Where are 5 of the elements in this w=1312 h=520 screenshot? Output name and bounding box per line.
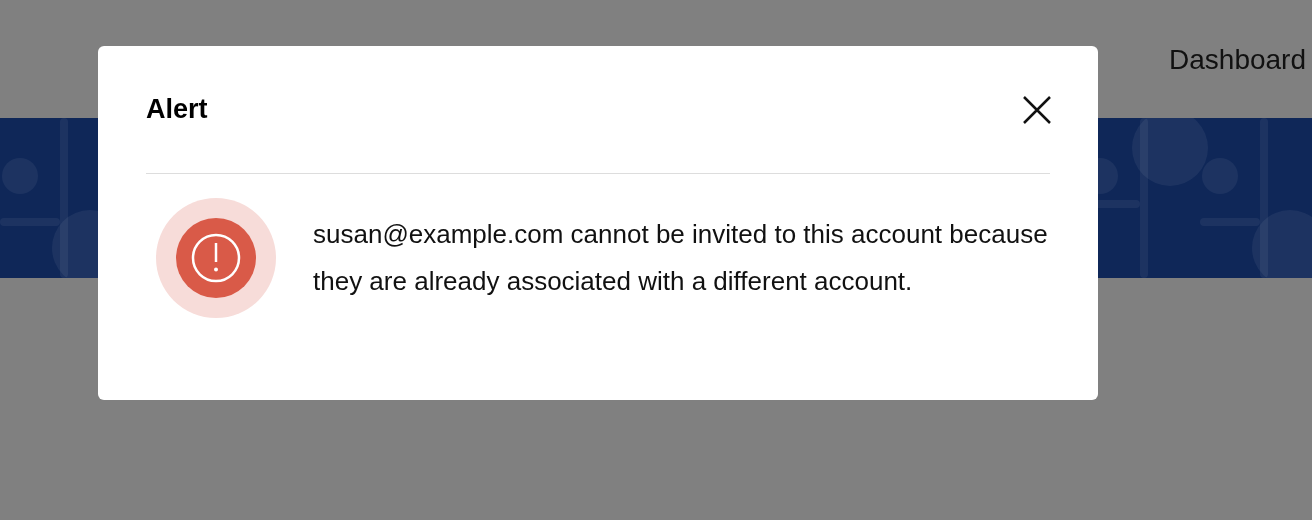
close-icon: [1022, 94, 1052, 125]
nav-link[interactable]: Dashboard: [1169, 40, 1306, 80]
dialog-title: Alert: [146, 93, 208, 127]
alert-message: susan@example.com cannot be invited to this account because they are already associated with a different account.: [313, 218, 1049, 298]
warning-icon: [156, 198, 276, 318]
